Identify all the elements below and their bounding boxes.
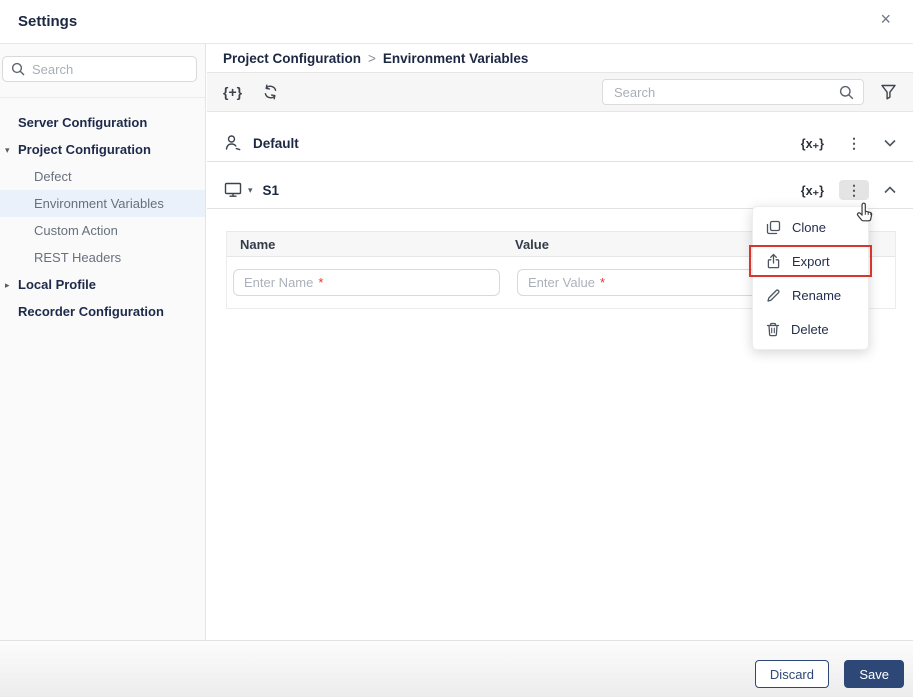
required-marker: * — [318, 275, 324, 290]
variable-set-context-menu: Clone Export Rename Delete — [749, 206, 872, 350]
breadcrumb-environment-variables: Environment Variables — [382, 50, 529, 66]
value-input-placeholder: Enter Value — [528, 275, 595, 290]
settings-nav: Server Configuration ▾ Project Configura… — [0, 109, 205, 325]
refresh-icon[interactable] — [262, 84, 279, 100]
breadcrumb-separator: > — [368, 50, 376, 66]
user-icon — [224, 134, 243, 152]
filter-icon[interactable] — [880, 84, 897, 100]
discard-button[interactable]: Discard — [754, 660, 829, 688]
menu-item-rename[interactable]: Rename — [753, 278, 868, 312]
dialog-title: Settings — [18, 13, 78, 30]
sidebar-search-box[interactable] — [2, 56, 197, 82]
trash-icon — [766, 322, 780, 337]
sidebar-item-rest-headers[interactable]: REST Headers — [0, 244, 205, 271]
collapse-arrow-icon[interactable]: ▸ — [5, 278, 10, 293]
variable-set-name: S1 — [262, 182, 280, 198]
add-variable-icon[interactable]: {x₊} — [801, 183, 824, 198]
breadcrumb-project-configuration[interactable]: Project Configuration — [223, 51, 361, 66]
chevron-up-icon[interactable] — [884, 186, 896, 194]
sidebar-item-server-configuration[interactable]: Server Configuration — [0, 109, 205, 136]
export-icon — [766, 253, 781, 269]
chevron-down-icon[interactable] — [884, 139, 896, 147]
kebab-menu-icon[interactable]: ⋮ — [839, 133, 869, 153]
variable-set-row-default[interactable]: Default {x₊} ⋮ — [207, 125, 913, 162]
monitor-icon — [224, 182, 242, 198]
env-toolbar: {+} — [207, 73, 913, 112]
menu-item-delete[interactable]: Delete — [753, 312, 868, 346]
window-header: Settings × — [0, 0, 913, 44]
sidebar-item-custom-action[interactable]: Custom Action — [0, 217, 205, 244]
variable-set-row-s1[interactable]: ▾ S1 {x₊} ⋮ — [207, 172, 913, 209]
save-button[interactable]: Save — [844, 660, 904, 688]
column-header-name: Name — [240, 236, 276, 252]
add-variable-icon[interactable]: {x₊} — [801, 136, 824, 151]
menu-item-export[interactable]: Export — [749, 244, 872, 278]
kebab-menu-icon[interactable]: ⋮ — [839, 180, 869, 200]
variable-set-name: Default — [253, 135, 299, 151]
sidebar-item-recorder-configuration[interactable]: Recorder Configuration — [0, 298, 205, 325]
search-icon — [11, 62, 25, 76]
name-input-placeholder: Enter Name — [244, 275, 314, 290]
value-input[interactable]: Enter Value * — [517, 269, 784, 296]
expand-arrow-icon[interactable]: ▾ — [5, 143, 10, 158]
breadcrumb: Project Configuration > Environment Vari… — [207, 44, 913, 73]
sidebar-divider — [0, 97, 205, 98]
sidebar-item-environment-variables[interactable]: Environment Variables — [0, 190, 205, 217]
search-icon — [839, 85, 854, 100]
caret-down-icon[interactable]: ▾ — [248, 185, 253, 196]
required-marker: * — [599, 275, 606, 290]
sidebar-item-local-profile[interactable]: ▸ Local Profile — [0, 271, 205, 298]
pencil-icon — [766, 288, 781, 303]
name-input[interactable]: Enter Name * — [233, 269, 500, 296]
close-icon[interactable]: × — [880, 10, 891, 28]
sidebar-search-input[interactable] — [32, 61, 188, 77]
menu-item-clone[interactable]: Clone — [753, 210, 868, 244]
sidebar-item-defect[interactable]: Defect — [0, 163, 205, 190]
dialog-footer: Discard Save — [0, 640, 913, 697]
settings-sidebar: Server Configuration ▾ Project Configura… — [0, 44, 206, 640]
add-variable-set-icon[interactable]: {+} — [223, 84, 242, 100]
clone-icon — [766, 220, 781, 235]
env-search-input[interactable] — [614, 84, 839, 100]
env-search-box[interactable] — [602, 79, 864, 105]
sidebar-item-project-configuration[interactable]: ▾ Project Configuration — [0, 136, 205, 163]
